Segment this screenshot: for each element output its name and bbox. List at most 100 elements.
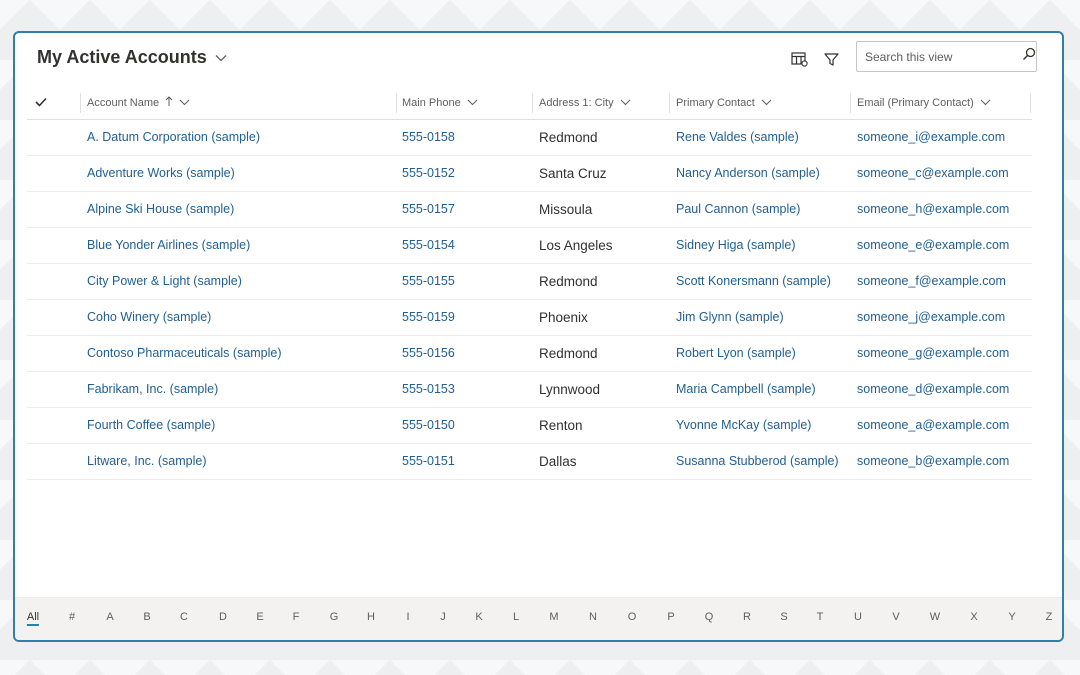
city-cell: Redmond [539, 129, 598, 145]
table-row[interactable]: Blue Yonder Airlines (sample) 555-0154 L… [27, 227, 1032, 264]
jump-bar-item[interactable]: Q [705, 611, 714, 623]
primary-contact-link[interactable]: Robert Lyon (sample) [676, 335, 796, 371]
account-name-link[interactable]: Blue Yonder Airlines (sample) [87, 227, 250, 263]
email-link[interactable]: someone_d@example.com [857, 371, 1009, 407]
column-header-email[interactable]: Email (Primary Contact) [857, 87, 991, 119]
jump-bar-item[interactable]: P [667, 611, 674, 623]
account-name-link[interactable]: Fourth Coffee (sample) [87, 407, 215, 443]
jump-bar-item[interactable]: R [743, 611, 751, 623]
jump-bar-item-all[interactable]: All [26, 611, 40, 626]
account-name-link[interactable]: Coho Winery (sample) [87, 299, 211, 335]
jump-bar-item[interactable]: C [180, 611, 188, 623]
email-link[interactable]: someone_a@example.com [857, 407, 1009, 443]
table-row[interactable]: Adventure Works (sample) 555-0152 Santa … [27, 155, 1032, 192]
city-cell: Phoenix [539, 309, 588, 325]
city-cell: Dallas [539, 453, 577, 469]
table-row[interactable]: Fabrikam, Inc. (sample) 555-0153 Lynnwoo… [27, 371, 1032, 408]
jump-bar-item[interactable]: T [817, 611, 824, 623]
primary-contact-link[interactable]: Paul Cannon (sample) [676, 191, 800, 227]
jump-bar-item[interactable]: E [256, 611, 263, 623]
account-name-link[interactable]: City Power & Light (sample) [87, 263, 242, 299]
phone-link[interactable]: 555-0152 [402, 155, 455, 191]
primary-contact-link[interactable]: Rene Valdes (sample) [676, 119, 799, 155]
jump-bar-item[interactable]: Z [1046, 611, 1053, 623]
jump-bar-item[interactable]: # [69, 611, 75, 623]
jump-bar-item[interactable]: G [330, 611, 339, 623]
phone-link[interactable]: 555-0155 [402, 263, 455, 299]
primary-contact-link[interactable]: Sidney Higa (sample) [676, 227, 796, 263]
table-row[interactable]: Contoso Pharmaceuticals (sample) 555-015… [27, 335, 1032, 372]
jump-bar-item[interactable]: V [892, 611, 899, 623]
search-icon[interactable] [1022, 47, 1036, 66]
chevron-down-icon [215, 51, 227, 65]
jump-bar-item[interactable]: B [143, 611, 150, 623]
account-name-link[interactable]: Contoso Pharmaceuticals (sample) [87, 335, 282, 371]
jump-bar-item[interactable]: O [628, 611, 637, 623]
jump-bar-item[interactable]: K [475, 611, 482, 623]
view-selector[interactable]: My Active Accounts [37, 47, 227, 68]
phone-link[interactable]: 555-0154 [402, 227, 455, 263]
jump-bar-item[interactable]: Y [1008, 611, 1015, 623]
jump-bar-item[interactable]: W [930, 611, 940, 623]
jump-bar-item[interactable]: L [513, 611, 519, 623]
jump-bar-item[interactable]: I [406, 611, 409, 623]
jump-bar-item[interactable]: M [549, 611, 558, 623]
account-name-link[interactable]: Fabrikam, Inc. (sample) [87, 371, 218, 407]
email-link[interactable]: someone_h@example.com [857, 191, 1009, 227]
phone-link[interactable]: 555-0153 [402, 371, 455, 407]
email-link[interactable]: someone_e@example.com [857, 227, 1009, 263]
jump-bar-item[interactable]: A [106, 611, 113, 623]
search-input[interactable] [863, 48, 1022, 65]
column-header-label: Address 1: City [539, 97, 614, 109]
account-name-link[interactable]: Litware, Inc. (sample) [87, 443, 206, 479]
jump-bar-item[interactable]: J [440, 611, 446, 623]
account-name-link[interactable]: Alpine Ski House (sample) [87, 191, 234, 227]
email-link[interactable]: someone_j@example.com [857, 299, 1005, 335]
column-header-primary-contact[interactable]: Primary Contact [676, 87, 772, 119]
account-name-link[interactable]: A. Datum Corporation (sample) [87, 119, 260, 155]
account-name-link[interactable]: Adventure Works (sample) [87, 155, 235, 191]
jump-bar-item[interactable]: D [219, 611, 227, 623]
email-link[interactable]: someone_c@example.com [857, 155, 1009, 191]
table-row[interactable]: A. Datum Corporation (sample) 555-0158 R… [27, 119, 1032, 156]
primary-contact-link[interactable]: Scott Konersmann (sample) [676, 263, 831, 299]
table-row[interactable]: Litware, Inc. (sample) 555-0151 Dallas S… [27, 443, 1032, 480]
phone-link[interactable]: 555-0150 [402, 407, 455, 443]
email-link[interactable]: someone_f@example.com [857, 263, 1006, 299]
jump-bar-item[interactable]: S [780, 611, 787, 623]
column-header-label: Email (Primary Contact) [857, 97, 974, 109]
column-divider [396, 93, 397, 113]
email-link[interactable]: someone_g@example.com [857, 335, 1009, 371]
filter-icon[interactable] [821, 49, 841, 69]
email-link[interactable]: someone_i@example.com [857, 119, 1005, 155]
jump-bar-item[interactable]: F [293, 611, 300, 623]
primary-contact-link[interactable]: Yvonne McKay (sample) [676, 407, 811, 443]
column-header-main-phone[interactable]: Main Phone [402, 87, 478, 119]
view-header: My Active Accounts [15, 33, 1062, 85]
jump-bar-item[interactable]: H [367, 611, 375, 623]
phone-link[interactable]: 555-0158 [402, 119, 455, 155]
primary-contact-link[interactable]: Jim Glynn (sample) [676, 299, 784, 335]
chevron-down-icon [761, 97, 772, 109]
edit-columns-icon[interactable] [789, 49, 809, 69]
table-row[interactable]: Fourth Coffee (sample) 555-0150 Renton Y… [27, 407, 1032, 444]
city-cell: Lynnwood [539, 381, 601, 397]
phone-link[interactable]: 555-0159 [402, 299, 455, 335]
column-header-account-name[interactable]: Account Name [87, 87, 190, 119]
jump-bar-item[interactable]: N [589, 611, 597, 623]
phone-link[interactable]: 555-0151 [402, 443, 455, 479]
table-row[interactable]: Coho Winery (sample) 555-0159 Phoenix Ji… [27, 299, 1032, 336]
primary-contact-link[interactable]: Maria Campbell (sample) [676, 371, 816, 407]
jump-bar-item[interactable]: U [854, 611, 862, 623]
phone-link[interactable]: 555-0156 [402, 335, 455, 371]
table-row[interactable]: Alpine Ski House (sample) 555-0157 Misso… [27, 191, 1032, 228]
primary-contact-link[interactable]: Nancy Anderson (sample) [676, 155, 820, 191]
phone-link[interactable]: 555-0157 [402, 191, 455, 227]
city-cell: Santa Cruz [539, 165, 607, 181]
select-all-checkbox[interactable] [35, 87, 47, 119]
table-row[interactable]: City Power & Light (sample) 555-0155 Red… [27, 263, 1032, 300]
email-link[interactable]: someone_b@example.com [857, 443, 1009, 479]
jump-bar-item[interactable]: X [970, 611, 977, 623]
column-header-city[interactable]: Address 1: City [539, 87, 631, 119]
primary-contact-link[interactable]: Susanna Stubberod (sample) [676, 443, 839, 479]
